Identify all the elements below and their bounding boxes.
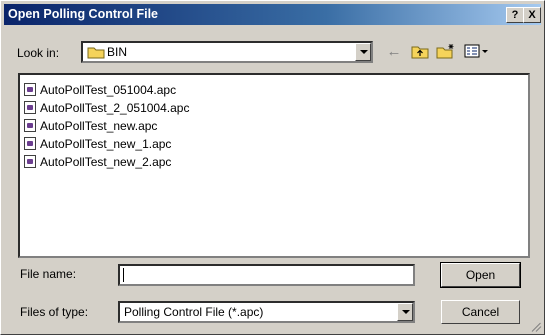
- resize-grip[interactable]: [530, 320, 542, 332]
- files-of-type-label: Files of type:: [20, 305, 89, 319]
- up-folder-icon[interactable]: [409, 43, 431, 61]
- apc-file-icon: [24, 101, 36, 114]
- look-in-dropdown-button[interactable]: [355, 43, 371, 61]
- open-button[interactable]: Open: [440, 262, 521, 288]
- new-folder-icon[interactable]: [435, 43, 457, 61]
- open-file-dialog: Open Polling Control File ? X Look in: B…: [0, 0, 545, 335]
- cancel-button[interactable]: Cancel: [441, 300, 520, 324]
- file-name: AutoPollTest_new_2.apc: [40, 155, 172, 169]
- file-name: AutoPollTest_2_051004.apc: [40, 101, 190, 115]
- title-bar[interactable]: Open Polling Control File ? X: [4, 4, 541, 25]
- files-of-type-combo[interactable]: Polling Control File (*.apc): [118, 301, 415, 323]
- look-in-label: Look in:: [17, 46, 60, 60]
- apc-file-icon: [24, 119, 36, 132]
- files-of-type-dropdown-button[interactable]: [397, 303, 413, 321]
- view-menu-icon[interactable]: [463, 43, 491, 61]
- folder-icon: [87, 46, 105, 59]
- back-icon[interactable]: ←: [383, 43, 405, 61]
- file-name: AutoPollTest_051004.apc: [40, 83, 177, 97]
- text-cursor: [123, 268, 124, 282]
- files-of-type-value: Polling Control File (*.apc): [124, 305, 264, 319]
- file-list[interactable]: AutoPollTest_051004.apc AutoPollTest_2_0…: [18, 73, 530, 258]
- help-button[interactable]: ?: [506, 7, 524, 23]
- look-in-combo[interactable]: BIN: [81, 41, 373, 63]
- apc-file-icon: [24, 155, 36, 168]
- apc-file-icon: [24, 83, 36, 96]
- file-name-input[interactable]: [118, 264, 415, 286]
- file-name: AutoPollTest_new_1.apc: [40, 137, 172, 151]
- dialog-title: Open Polling Control File: [8, 7, 158, 21]
- apc-file-icon: [24, 137, 36, 150]
- file-name-label: File name:: [20, 267, 77, 281]
- close-button[interactable]: X: [523, 7, 541, 23]
- file-name: AutoPollTest_new.apc: [40, 119, 158, 133]
- look-in-value: BIN: [107, 45, 128, 59]
